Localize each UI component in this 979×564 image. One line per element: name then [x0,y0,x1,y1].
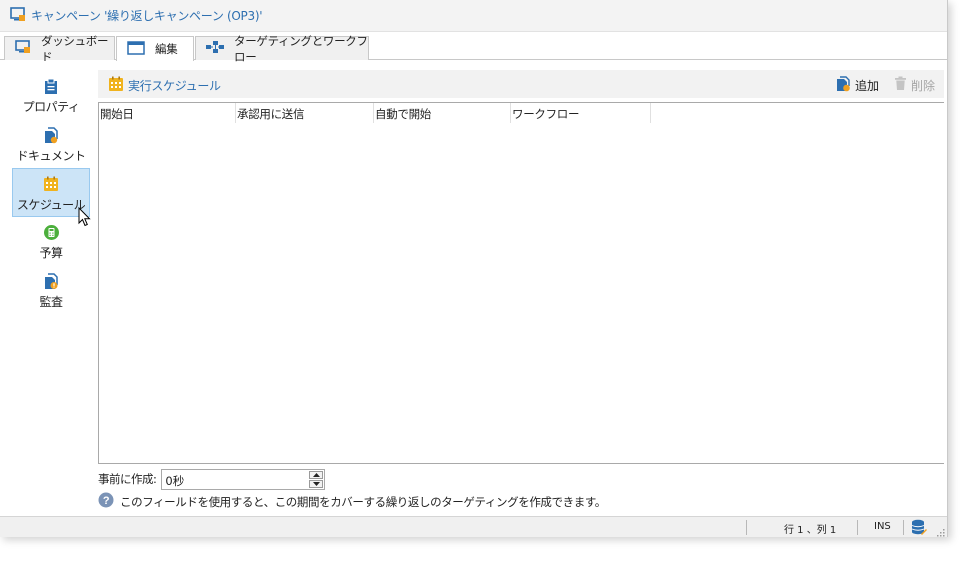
toolbar-title: 実行スケジュール [128,79,221,93]
sidebar-item-budget-label: 予算 [39,246,63,260]
mouse-cursor-icon [78,206,91,230]
stepper-up-button[interactable] [309,470,324,479]
tab-dashboard-label: ダッシュボード [41,33,109,64]
calendar-icon [108,76,124,95]
calendar-icon [43,175,59,193]
create-before-value[interactable]: 0秒 [165,473,184,489]
status-separator [857,520,858,535]
column-header-auto-start[interactable]: 自動で開始 [374,103,511,123]
column-header-start-date[interactable]: 開始日 [99,103,236,123]
add-document-icon [836,76,851,95]
sidebar-item-audit-label: 監査 [39,295,63,309]
schedule-toolbar: 実行スケジュール 追加 削除 [98,70,944,98]
create-before-row: 事前に作成: 0秒 [98,468,944,490]
sidebar-item-properties-label: プロパティ [22,100,80,114]
campaign-window: キャンペーン '繰り返しキャンペーン (OP3)' ダッシュボード 編集 ターゲ… [0,0,948,537]
tab-bar: ダッシュボード 編集 ターゲティングとワークフロー [0,34,947,64]
trash-icon [894,76,907,94]
window-title: キャンペーン '繰り返しキャンペーン (OP3)' [31,9,263,23]
status-separator [746,520,747,535]
delete-button-label: 削除 [911,78,936,93]
column-header-send-for-approval[interactable]: 承認用に送信 [236,103,374,123]
column-header-workflow[interactable]: ワークフロー [511,103,651,123]
sidebar-item-audit[interactable]: 監査 [12,266,90,314]
triangle-down-icon [312,481,320,486]
create-before-stepper[interactable]: 0秒 [161,468,326,490]
database-icon[interactable] [911,519,927,539]
tab-dashboard[interactable]: ダッシュボード [4,34,115,64]
tab-targeting-label: ターゲティングとワークフロー [234,33,368,64]
dashboard-icon [15,40,31,57]
execution-schedule-heading: 実行スケジュール [108,76,221,95]
delete-button[interactable]: 削除 [894,76,935,94]
budget-icon [43,223,60,241]
insert-mode: INS [874,521,891,532]
edit-form-icon [127,40,145,58]
table-header: 開始日 承認用に送信 自動で開始 ワークフロー [99,103,944,123]
triangle-up-icon [312,472,320,477]
audit-icon [43,272,59,290]
title-bar: キャンペーン '繰り返しキャンペーン (OP3)' [0,0,947,32]
sidebar-item-properties[interactable]: プロパティ [12,71,90,119]
workflow-icon [206,40,224,57]
status-separator [903,520,904,535]
svg-text:?: ? [103,495,110,507]
schedule-panel: 実行スケジュール 追加 削除 開始日 承認用に送信 自動で開始 ワークフロー 事… [98,70,944,516]
cursor-position: 行 1 、列 1 [784,525,837,536]
tab-edit-label: 編集 [155,42,178,56]
help-icon: ? [98,492,114,511]
resize-grip-icon[interactable] [936,526,945,540]
sidebar-item-schedule-label: スケジュール [16,198,86,212]
clipboard-icon [44,77,58,95]
add-button[interactable]: 追加 [836,76,879,95]
campaign-icon [10,6,26,25]
sidebar: プロパティ ドキュメント スケジュール 予算 監査 [0,61,98,516]
tab-targeting-workflow[interactable]: ターゲティングとワークフロー [195,34,369,64]
schedule-table[interactable]: 開始日 承認用に送信 自動で開始 ワークフロー [98,102,944,464]
tab-edit[interactable]: 編集 [116,36,194,61]
create-before-label: 事前に作成: [98,472,157,486]
help-hint: ? このフィールドを使用すると、この期間をカバーする繰り返しのターゲティングを作… [98,492,606,511]
status-bar: 行 1 、列 1 INS [0,516,947,537]
stepper-down-button[interactable] [309,479,324,488]
sidebar-item-documents[interactable]: ドキュメント [12,120,90,168]
sidebar-item-documents-label: ドキュメント [16,149,86,163]
documents-icon [43,126,59,144]
add-button-label: 追加 [855,79,880,93]
help-text: このフィールドを使用すると、この期間をカバーする繰り返しのターゲティングを作成で… [120,494,606,509]
